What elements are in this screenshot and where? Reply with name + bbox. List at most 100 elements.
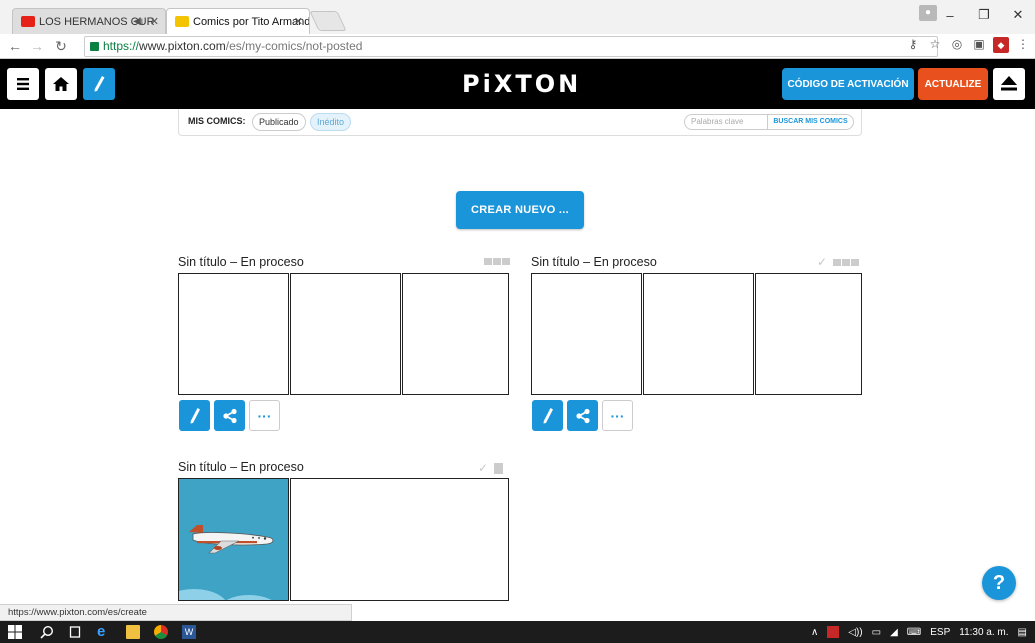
keyword-search-input[interactable]: Palabras clave [684, 114, 768, 130]
search-icon[interactable] [40, 625, 54, 639]
more-options-button[interactable]: ··· [602, 400, 633, 431]
chrome-icon[interactable] [154, 625, 168, 639]
panel-indicator-icon [833, 259, 842, 266]
minimize-button[interactable]: – [933, 8, 967, 23]
more-dots-icon: ··· [610, 407, 625, 424]
menu-dots-icon[interactable]: ⋮ [1015, 37, 1031, 53]
audio-icon[interactable]: ◀ι [133, 9, 143, 34]
logout-button[interactable] [993, 68, 1025, 100]
antivirus-icon[interactable] [827, 626, 840, 638]
pixton-logo[interactable]: PiXTON [462, 70, 581, 98]
browser-toolbar: ← → ↻ https://www.pixton.com/es/my-comic… [0, 34, 1035, 59]
pencil-icon [543, 407, 553, 423]
eject-icon [1001, 76, 1017, 91]
tab-close-icon[interactable]: ✕ [294, 9, 303, 34]
windows-taskbar: e W ∧ ◁)) ▭ ◢ ⌨ ESP 11:30 a. m. ▤ [0, 621, 1035, 643]
comic-status: ✓ [478, 462, 504, 474]
create-new-button[interactable]: CREAR NUEVO ... [456, 191, 584, 229]
key-icon[interactable]: ⚷ [905, 37, 921, 53]
file-explorer-icon[interactable] [126, 625, 140, 639]
search-my-comics-button[interactable]: BUSCAR MIS COMICS [767, 114, 854, 130]
extension-red-icon[interactable]: ◆ [993, 37, 1009, 53]
window-controls: – ❐ ✕ [933, 0, 1035, 30]
more-dots-icon: ··· [257, 407, 272, 424]
comic-panel[interactable] [402, 273, 509, 395]
comic-actions: ··· [179, 400, 280, 431]
panel-indicator-icon [851, 259, 860, 266]
tab-unpublished[interactable]: Inédito [310, 113, 352, 131]
tab-pixton[interactable]: Comics por Tito Armand ✕ [166, 8, 310, 34]
comic-panel[interactable] [755, 273, 862, 395]
task-view-icon[interactable] [68, 625, 82, 639]
activation-code-button[interactable]: CÓDIGO DE ACTIVACIÓN [782, 68, 914, 100]
reload-icon[interactable]: ↻ [52, 37, 70, 55]
comic-panel[interactable] [178, 273, 289, 395]
panel-indicator-icon [494, 463, 504, 474]
url-path: /es/my-comics/not-posted [225, 39, 363, 53]
edit-comic-button[interactable] [532, 400, 563, 431]
extension-icon[interactable]: ◎ [949, 37, 965, 53]
checkmark-icon: ✓ [817, 255, 828, 269]
share-comic-button[interactable] [214, 400, 245, 431]
star-icon[interactable]: ☆ [927, 37, 943, 53]
back-arrow-icon[interactable]: ← [6, 37, 24, 55]
comic-card: Sin título – En proceso ✓ ··· [531, 255, 863, 435]
screen: LOS HERMANOS CUR ◀ι ✕ Comics por Tito Ar… [0, 0, 1035, 643]
airplane-icon [189, 525, 274, 554]
comic-title[interactable]: Sin título – En proceso [178, 255, 304, 269]
share-comic-button[interactable] [567, 400, 598, 431]
pixton-favicon-icon [175, 16, 189, 27]
comic-card: Sin título – En proceso ✓ [178, 460, 510, 605]
volume-icon[interactable]: ◁)) [848, 627, 862, 638]
my-comics-label: MIS COMICS: [188, 116, 246, 126]
address-bar[interactable]: https://www.pixton.com/es/my-comics/not-… [84, 36, 938, 57]
extension-b-icon[interactable]: ▣ [971, 37, 987, 53]
comic-panel-airplane[interactable] [178, 478, 289, 601]
keyboard-icon[interactable]: ⌨ [907, 627, 921, 638]
language-indicator[interactable]: ESP [930, 627, 950, 638]
browser-tabstrip: LOS HERMANOS CUR ◀ι ✕ Comics por Tito Ar… [0, 0, 1035, 34]
comic-status [484, 258, 510, 265]
tab-youtube[interactable]: LOS HERMANOS CUR ◀ι ✕ [12, 8, 166, 34]
url-host: www.pixton.com [139, 39, 226, 53]
restore-button[interactable]: ❐ [967, 7, 1001, 23]
panel-indicator-icon [493, 258, 501, 265]
help-button[interactable]: ? [982, 566, 1016, 600]
share-icon [575, 408, 590, 423]
new-tab-button[interactable] [309, 11, 347, 31]
comic-panel[interactable] [643, 273, 754, 395]
panel-indicator-icon [484, 258, 492, 265]
comic-panel[interactable] [290, 273, 401, 395]
clock[interactable]: 11:30 a. m. [959, 627, 1008, 638]
panel-indicator-icon [502, 258, 510, 265]
comic-title[interactable]: Sin título – En proceso [178, 460, 304, 474]
more-options-button[interactable]: ··· [249, 400, 280, 431]
comic-panel[interactable] [531, 273, 642, 395]
pixton-header: PiXTON CÓDIGO DE ACTIVACIÓN ACTUALIZE [0, 59, 1035, 109]
cloud-shape [179, 589, 229, 600]
toolbar-icons: ⚷ ☆ ◎ ▣ ◆ ⋮ [905, 37, 1031, 53]
windows-start-icon[interactable] [8, 625, 22, 639]
comic-status: ✓ [817, 255, 860, 269]
forward-arrow-icon[interactable]: → [28, 37, 46, 55]
wifi-icon[interactable]: ◢ [890, 627, 898, 638]
tab-label: Comics por Tito Armand [193, 16, 310, 28]
comic-title[interactable]: Sin título – En proceso [531, 255, 657, 269]
close-window-button[interactable]: ✕ [1001, 7, 1035, 23]
my-comics-filter-bar: MIS COMICS: Publicado Inédito Palabras c… [178, 109, 862, 136]
tray-expand-icon[interactable]: ∧ [811, 627, 818, 638]
upgrade-button[interactable]: ACTUALIZE [918, 68, 988, 100]
menu-button[interactable] [7, 68, 39, 100]
edit-comic-button[interactable] [179, 400, 210, 431]
create-comic-button[interactable] [83, 68, 115, 100]
tab-published[interactable]: Publicado [252, 113, 306, 131]
tab-close-icon[interactable]: ✕ [150, 9, 159, 34]
comic-panel[interactable] [290, 478, 509, 601]
home-button[interactable] [45, 68, 77, 100]
lock-icon [90, 42, 99, 51]
notifications-icon[interactable]: ▤ [1018, 627, 1027, 638]
edge-browser-icon[interactable]: e [97, 624, 111, 639]
battery-icon[interactable]: ▭ [872, 627, 881, 638]
word-icon[interactable]: W [182, 625, 196, 639]
youtube-favicon-icon [21, 16, 35, 27]
